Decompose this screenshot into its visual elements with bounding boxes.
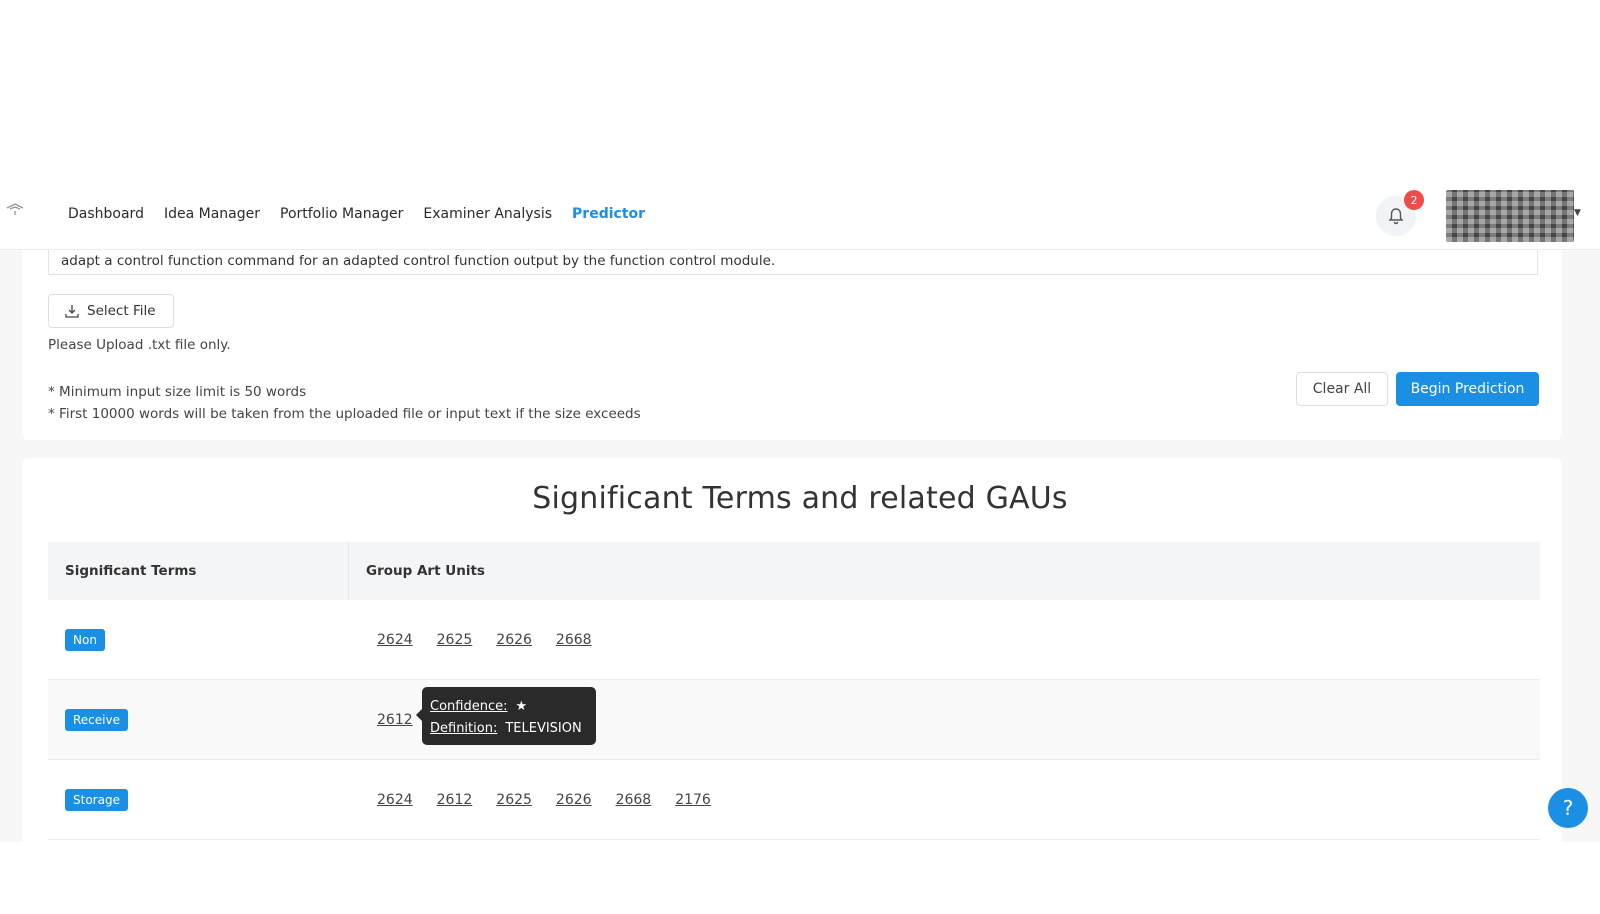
help-button[interactable]: ? <box>1548 788 1588 828</box>
nav-predictor[interactable]: Predictor <box>572 206 645 222</box>
definition-value: TELEVISION <box>505 720 582 736</box>
avatar[interactable] <box>1446 190 1574 242</box>
table-row: Receive 2612 <box>48 680 1540 760</box>
definition-label: Definition: <box>430 720 498 736</box>
confidence-label: Confidence: <box>430 698 508 714</box>
gau-link[interactable]: 2612 <box>377 712 413 728</box>
table-header: Significant Terms Group Art Units <box>48 542 1540 600</box>
gau-link[interactable]: 2624 <box>377 792 413 808</box>
terms-table: Significant Terms Group Art Units Non 26… <box>48 542 1540 840</box>
nav-dashboard[interactable]: Dashboard <box>68 206 144 222</box>
gau-link[interactable]: 2612 <box>437 792 473 808</box>
col-header-gaus: Group Art Units <box>348 542 485 600</box>
nav-idea-manager[interactable]: Idea Manager <box>164 206 260 222</box>
star-icon: ★ <box>515 698 528 714</box>
notification-count-badge: 2 <box>1404 190 1424 210</box>
note-max-words: * First 10000 words will be taken from t… <box>48 406 641 422</box>
bell-icon <box>1388 208 1404 225</box>
note-min-words: * Minimum input size limit is 50 words <box>48 384 307 400</box>
top-nav-bar: Dashboard Idea Manager Portfolio Manager… <box>0 178 1600 250</box>
results-title: Significant Terms and related GAUs <box>532 481 1068 516</box>
gau-link[interactable]: 2624 <box>377 632 413 648</box>
col-header-terms: Significant Terms <box>65 563 197 579</box>
clear-all-button[interactable]: Clear All <box>1296 372 1388 406</box>
nav-portfolio-manager[interactable]: Portfolio Manager <box>280 206 403 222</box>
upload-hint: Please Upload .txt file only. <box>48 337 231 353</box>
begin-prediction-button[interactable]: Begin Prediction <box>1396 372 1539 406</box>
gau-link[interactable]: 2668 <box>556 632 592 648</box>
gau-tooltip: Confidence: ★ Definition: TELEVISION <box>416 687 596 745</box>
table-row: Non 2624 2625 2626 2668 <box>48 600 1540 680</box>
select-file-label: Select File <box>87 303 156 319</box>
gau-link[interactable]: 2626 <box>556 792 592 808</box>
gau-link[interactable]: 2176 <box>675 792 711 808</box>
select-file-button[interactable]: Select File <box>48 294 174 328</box>
upload-icon <box>65 305 79 318</box>
logo-icon[interactable] <box>6 202 24 216</box>
main-nav: Dashboard Idea Manager Portfolio Manager… <box>68 178 665 250</box>
gau-link[interactable]: 2668 <box>616 792 652 808</box>
nav-examiner-analysis[interactable]: Examiner Analysis <box>423 206 552 222</box>
gau-link[interactable]: 2625 <box>496 792 532 808</box>
gau-link[interactable]: 2625 <box>437 632 473 648</box>
table-row: Storage 2624 2612 2625 2626 2668 2176 <box>48 760 1540 840</box>
term-badge[interactable]: Non <box>65 628 105 651</box>
description-textarea[interactable]: adapt a control function command for an … <box>48 250 1538 275</box>
term-badge[interactable]: Receive <box>65 708 128 731</box>
term-badge[interactable]: Storage <box>65 788 128 811</box>
app-window: Dashboard Idea Manager Portfolio Manager… <box>0 178 1600 842</box>
gau-link[interactable]: 2626 <box>496 632 532 648</box>
chevron-down-icon[interactable]: ▼ <box>1574 208 1581 218</box>
